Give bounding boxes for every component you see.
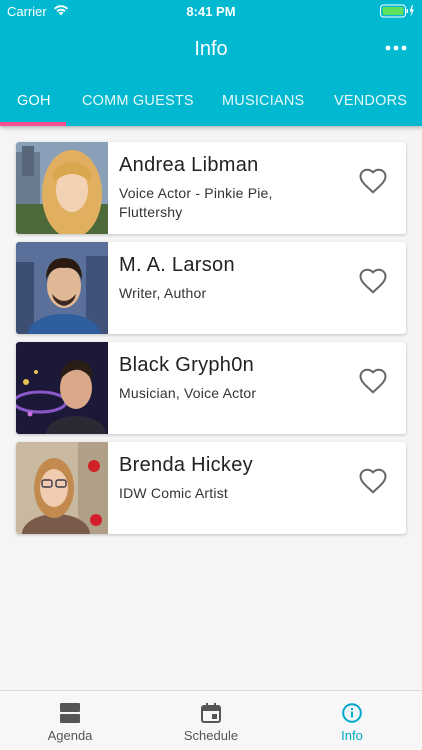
guest-role: IDW Comic Artist: [119, 485, 228, 501]
guest-photo: [16, 242, 108, 334]
guest-name: Brenda Hickey: [119, 454, 253, 476]
nav-info-label: Info: [341, 728, 363, 743]
guest-name: Andrea Libman: [119, 154, 259, 176]
guest-name: Black Gryph0n: [119, 354, 255, 376]
status-time: 8:41 PM: [186, 4, 236, 19]
guest-name: M. A. Larson: [119, 254, 235, 276]
guest-photo: [16, 442, 108, 534]
nav-schedule-label: Schedule: [183, 728, 239, 743]
tab-goh[interactable]: GOH: [17, 93, 51, 109]
info-icon: [342, 703, 362, 723]
app-header: Info: [0, 22, 422, 76]
guest-card-black-gryphon[interactable]: Black Gryph0n Musician, Voice Actor: [16, 342, 406, 434]
heart-icon[interactable]: [358, 166, 388, 196]
bottom-nav: Agenda Schedule Info: [0, 690, 422, 750]
guest-photo: [16, 342, 108, 434]
active-tab-indicator: [0, 122, 66, 126]
nav-agenda-label: Agenda: [47, 728, 93, 743]
guest-photo: [16, 142, 108, 234]
guest-list: Andrea Libman Voice Actor - Pinkie Pie, …: [16, 142, 406, 542]
heart-icon[interactable]: [358, 466, 388, 496]
tab-musicians[interactable]: MUSICIANS: [222, 93, 304, 109]
guest-card-ma-larson[interactable]: M. A. Larson Writer, Author: [16, 242, 406, 334]
calendar-icon: [201, 703, 221, 723]
nav-agenda[interactable]: Agenda: [0, 691, 140, 750]
nav-info[interactable]: Info: [282, 691, 422, 750]
guest-card-andrea-libman[interactable]: Andrea Libman Voice Actor - Pinkie Pie, …: [16, 142, 406, 234]
agenda-icon: [60, 703, 80, 723]
more-options-icon[interactable]: [384, 36, 408, 60]
guest-role: Writer, Author: [119, 285, 207, 301]
battery-icon: [380, 4, 414, 18]
status-bar: Carrier 8:41 PM: [0, 0, 422, 22]
heart-icon[interactable]: [358, 366, 388, 396]
guest-role: Musician, Voice Actor: [119, 385, 257, 401]
tab-vendors[interactable]: VENDORS: [334, 93, 407, 109]
page-title: Info: [194, 38, 228, 60]
guest-role: Voice Actor - Pinkie Pie, Fluttershy: [119, 185, 273, 220]
nav-schedule[interactable]: Schedule: [141, 691, 281, 750]
category-tabs: GOH COMM GUESTS MUSICIANS VENDORS: [0, 76, 422, 126]
tab-comm-guests[interactable]: COMM GUESTS: [82, 93, 194, 109]
guest-card-brenda-hickey[interactable]: Brenda Hickey IDW Comic Artist: [16, 442, 406, 534]
heart-icon[interactable]: [358, 266, 388, 296]
